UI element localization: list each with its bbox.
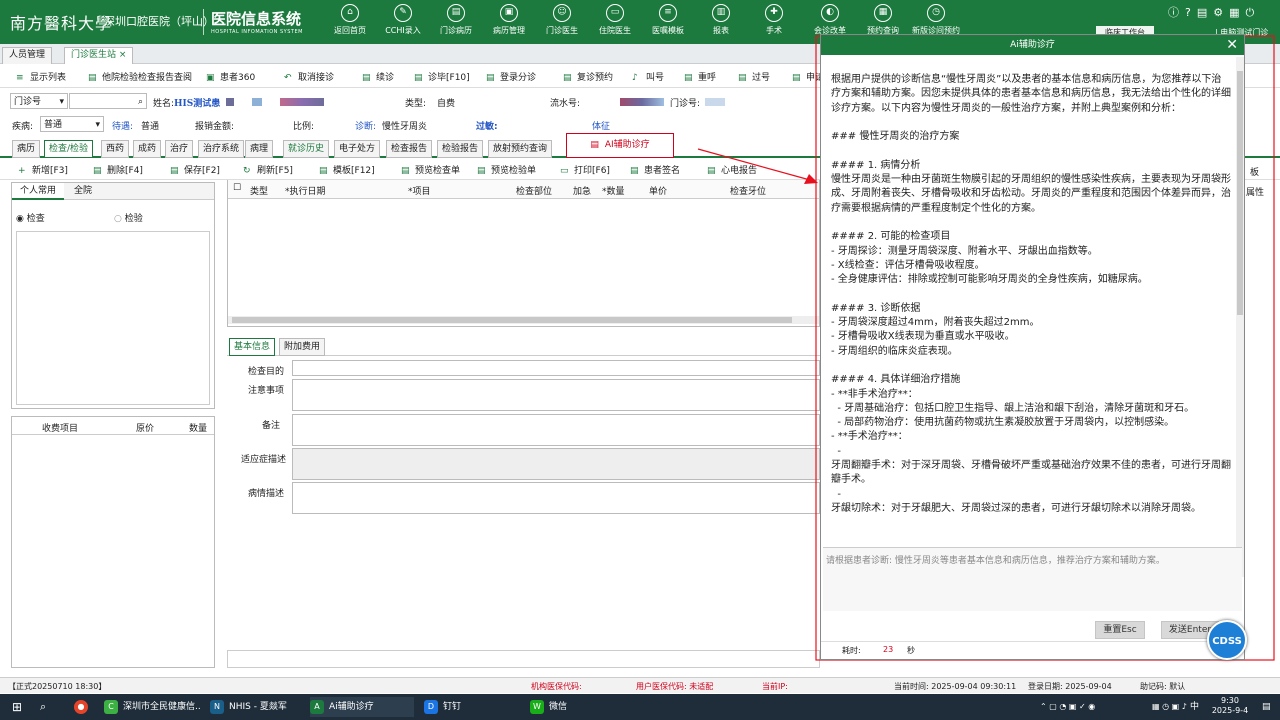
taskbar-app[interactable]: W 微信 (530, 697, 620, 717)
ai-paragraph: 根据用户提供的诊断信息“慢性牙周炎”以及患者的基本信息和病历信息，为您推荐以下治… (831, 74, 1231, 114)
ai-paragraph: - X线检查：评估牙槽骨吸收程度。 (831, 259, 985, 271)
ai-paragraph: - (831, 445, 841, 457)
dingtalk-icon: D (424, 699, 438, 714)
ai-paragraph: #### 3. 诊断依据 (831, 302, 921, 314)
taskbar-app-label: 钉钉 (443, 702, 462, 712)
user-code: 用户医保代码: 未适配 (636, 682, 714, 691)
reset-button[interactable]: 重置Esc (1095, 621, 1145, 639)
taskbar-app-label: Ai辅助诊疗 (329, 702, 374, 712)
ai-paragraph: - 牙周探诊：测量牙周袋深度、附着水平、牙龈出血指数等。 (831, 245, 1098, 257)
clock-date: 2025-9-4 (1211, 706, 1249, 715)
ai-paragraph: - 牙周组织的临床炎症表现。 (831, 345, 958, 357)
ai-paragraph: ### 慢性牙周炎的治疗方案 (831, 131, 960, 143)
chrome-icon[interactable]: ● (74, 697, 93, 717)
ai-paragraph: - **非手术治疗**： (831, 388, 918, 400)
elapsed-unit: 秒 (907, 646, 915, 655)
current-ip: 当前IP: (762, 682, 788, 691)
ai-paragraph (831, 116, 1231, 130)
elapsed-label: 耗时: (842, 646, 861, 655)
ai-paragraph (831, 144, 1231, 158)
ai-paragraph: - 全身健康评估：排除或控制可能影响牙周炎的全身性疾病，如糖尿病。 (831, 274, 1148, 286)
dialog-title: Ai辅助诊疗 (821, 35, 1244, 55)
ai-paragraph: - 局部药物治疗：使用抗菌药物或抗生素凝胶放置于牙周袋内，以控制感染。 (831, 417, 1175, 429)
browser-icon: C (104, 699, 118, 714)
wechat-icon: W (530, 699, 544, 714)
scroll-thumb[interactable] (1237, 71, 1243, 315)
ai-response-text: 根据用户提供的诊断信息“慢性牙周炎”以及患者的基本信息和病历信息，为您推荐以下治… (831, 73, 1231, 575)
clock[interactable]: 9:30 2025-9-4 (1208, 696, 1252, 716)
ai-paragraph: #### 2. 可能的检查项目 (831, 231, 951, 243)
ai-paragraph: 慢性牙周炎是一种由牙菌斑生物膜引起的牙周组织的慢性感染性疾病，主要表现为牙周袋形… (831, 174, 1231, 214)
v-scrollbar[interactable] (1236, 57, 1244, 577)
ime-indicator[interactable]: 中 (1190, 697, 1199, 717)
ai-paragraph: 牙龈切除术：对于牙龈肥大、牙周袋过深的患者，可进行牙龈切除术以消除牙周袋。 (831, 502, 1201, 514)
windows-start-icon[interactable]: ⊞ (12, 697, 22, 717)
ai-paragraph: #### 4. 具体详细治疗措施 (831, 374, 961, 386)
elapsed-value: 23 (883, 645, 894, 654)
login-date: 登录日期: 2025-09-04 (1028, 682, 1112, 691)
taskbar-app[interactable]: A Ai辅助诊疗 (310, 697, 414, 717)
ai-app-icon: A (310, 699, 324, 714)
taskbar-app[interactable]: D 钉钉 (424, 697, 520, 717)
ai-paragraph: #### 1. 病情分析 (831, 159, 921, 171)
status-bar: 【正式20250710 18:30】 机构医保代码: 用户医保代码: 未适配 当… (0, 677, 1280, 693)
ai-paragraph: - 牙周袋深度超过4mm，附着丧失超过2mm。 (831, 317, 1040, 329)
ai-paragraph (831, 359, 1231, 373)
ai-assist-dialog: Ai辅助诊疗 ✕ 根据用户提供的诊断信息“慢性牙周炎”以及患者的基本信息和病历信… (820, 34, 1245, 660)
ai-paragraph (831, 216, 1231, 230)
chrome-logo-icon: ● (74, 699, 88, 714)
org-code: 机构医保代码: (531, 682, 582, 691)
version-text: 【正式20250710 18:30】 (8, 682, 107, 691)
current-time: 当前时间: 2025-09-04 09:30:11 (894, 682, 1017, 691)
taskbar-app-label: NHIS - 夏燚军 (229, 702, 287, 712)
taskbar-app-label: 深圳市全民健康信... (123, 702, 200, 712)
ai-paragraph: - **手术治疗**： (831, 431, 908, 443)
os-taskbar: ⊞ ⌕ ● C 深圳市全民健康信... N NHIS - 夏燚军 A Ai辅助诊疗 D 钉钉 W… (0, 694, 1280, 720)
ai-paragraph: 牙周翻瓣手术：对于深牙周袋、牙槽骨破坏严重或基础治疗效果不佳的患者，可进行牙周翻… (831, 460, 1231, 486)
ai-paragraph: - 牙槽骨吸收X线表现为垂直或水平吸收。 (831, 331, 1015, 343)
taskbar-app[interactable]: C 深圳市全民健康信... (104, 697, 200, 717)
search-icon[interactable]: ⌕ (40, 697, 46, 717)
ai-paragraph: - 牙周基础治疗：包括口腔卫生指导、龈上洁治和龈下刮治，清除牙菌斑和牙石。 (831, 402, 1195, 414)
close-icon[interactable]: ✕ (1226, 35, 1238, 55)
tray-icons-2[interactable]: ▦ ◷ ▣ ♪ (1152, 697, 1187, 717)
taskbar-app[interactable]: N NHIS - 夏燚军 (210, 697, 302, 717)
taskbar-app-label: 微信 (549, 702, 568, 712)
prompt-input[interactable]: 请根据患者诊断: 慢性牙周炎等患者基本信息和病历信息，推荐治疗方案和辅助方案。 (823, 547, 1242, 611)
clock-time: 9:30 (1221, 696, 1239, 705)
cdss-button[interactable]: CDSS (1207, 620, 1247, 660)
ai-paragraph: - (831, 488, 841, 500)
helper-code[interactable]: 助记码: 默认 (1140, 681, 1185, 692)
tray-icons[interactable]: ⌃ ▢ ◔ ▣ ✓ ◉ (1040, 697, 1095, 717)
divider (821, 641, 1244, 642)
nhis-icon: N (210, 699, 224, 714)
notification-icon[interactable]: ▤ (1262, 697, 1271, 717)
ai-paragraph (831, 287, 1231, 301)
